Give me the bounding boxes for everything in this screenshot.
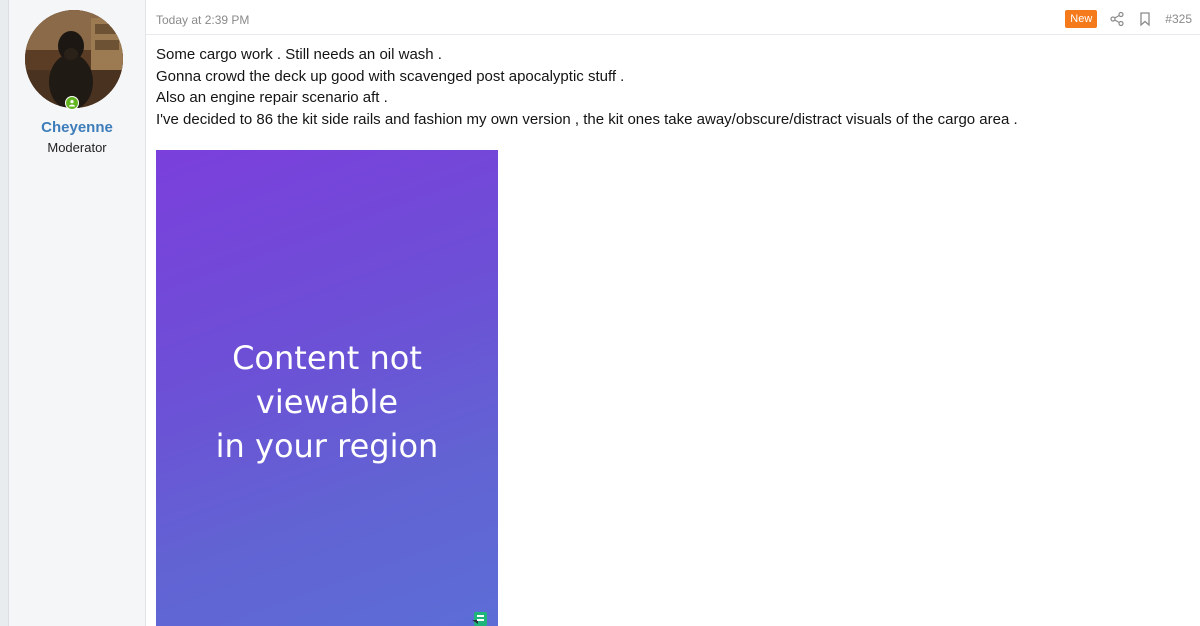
media-message-line: in your region bbox=[215, 427, 439, 465]
post-line: Some cargo work . Still needs an oil was… bbox=[156, 46, 442, 63]
embedded-media[interactable]: Content not viewable in your region bbox=[156, 150, 498, 626]
avatar[interactable] bbox=[25, 10, 123, 108]
post-message: Some cargo work . Still needs an oil was… bbox=[156, 44, 1180, 130]
post-line: Gonna crowd the deck up good with scaven… bbox=[156, 67, 625, 85]
media-message-line: Content not viewable bbox=[232, 339, 422, 421]
online-indicator-icon bbox=[65, 96, 79, 110]
thread-left-edge bbox=[0, 0, 9, 626]
post-user-pane: Cheyenne Moderator bbox=[9, 0, 146, 626]
username-link[interactable]: Cheyenne bbox=[9, 119, 145, 136]
bookmark-icon[interactable] bbox=[1137, 11, 1153, 27]
media-source-icon[interactable] bbox=[472, 612, 488, 626]
post-line: Also an engine repair scenario aft . bbox=[156, 89, 388, 107]
share-icon[interactable] bbox=[1109, 11, 1125, 27]
post-number-link[interactable]: #325 bbox=[1165, 12, 1192, 26]
post-line: I've decided to 86 the kit side rails an… bbox=[156, 110, 1018, 128]
post-header-actions: New #325 bbox=[1065, 10, 1192, 28]
post-header: Today at 2:39 PM New #325 bbox=[146, 0, 1200, 35]
new-badge: New bbox=[1065, 10, 1098, 28]
media-unavailable-message: Content not viewable in your region bbox=[156, 336, 498, 468]
post-timestamp[interactable]: Today at 2:39 PM bbox=[156, 13, 249, 27]
user-title: Moderator bbox=[47, 140, 107, 155]
